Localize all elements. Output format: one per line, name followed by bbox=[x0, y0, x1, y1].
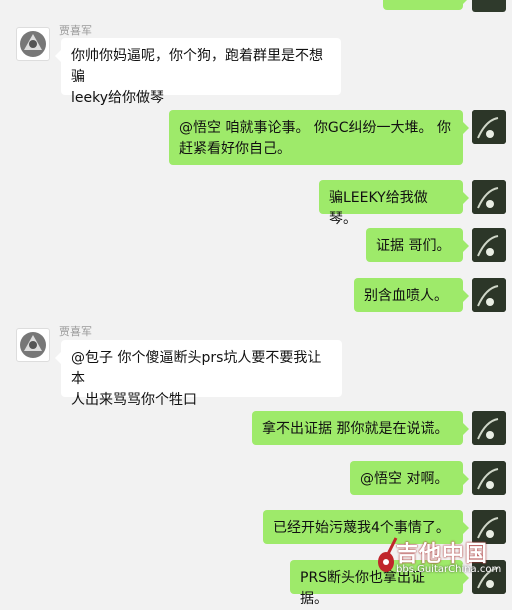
message-text: @包子 你个傻逼断头prs坑人要不要我让本 人出来骂骂你个牲口 bbox=[71, 350, 322, 408]
sender-name: 贾喜军 bbox=[59, 325, 92, 338]
avatar[interactable] bbox=[472, 180, 506, 214]
avatar[interactable] bbox=[472, 0, 506, 12]
message-bubble[interactable]: 证据 哥们。 bbox=[366, 228, 469, 262]
message-text: 骗LEEKY给我做琴。 bbox=[329, 190, 428, 227]
avatar-photo-icon bbox=[472, 110, 506, 144]
watermark: 吉他中国 bbs.GuitarChina.com bbox=[378, 534, 512, 588]
message-text: 你帅你妈逼呢，你个狗，跑着群里是不想骗 leeky给你做琴 bbox=[71, 48, 323, 106]
avatar-emblem-icon bbox=[20, 332, 46, 358]
avatar[interactable] bbox=[16, 328, 50, 362]
avatar-photo-icon bbox=[472, 461, 506, 495]
avatar-emblem-icon bbox=[20, 31, 46, 57]
message-bubble[interactable]: @悟空 咱就事论事。 你GC纠纷一大堆。 你 赶紧看好你自己。 bbox=[169, 110, 469, 165]
avatar-photo-icon bbox=[472, 278, 506, 312]
chat-message-list[interactable]: 贾喜军 你帅你妈逼呢，你个狗，跑着群里是不想骗 leeky给你做琴 @悟空 咱就… bbox=[0, 0, 512, 607]
avatar[interactable] bbox=[472, 110, 506, 144]
avatar-photo-icon bbox=[472, 228, 506, 262]
avatar[interactable] bbox=[472, 278, 506, 312]
message-bubble-cutoff[interactable] bbox=[383, 0, 469, 10]
avatar-photo-icon bbox=[472, 411, 506, 445]
avatar[interactable] bbox=[472, 461, 506, 495]
avatar[interactable] bbox=[16, 27, 50, 61]
message-text: 拿不出证据 那你就是在说谎。 bbox=[262, 421, 449, 437]
message-text: 证据 哥们。 bbox=[376, 238, 451, 254]
message-text: @悟空 咱就事论事。 你GC纠纷一大堆。 你 赶紧看好你自己。 bbox=[179, 120, 451, 157]
avatar[interactable] bbox=[472, 228, 506, 262]
message-bubble[interactable]: 骗LEEKY给我做琴。 bbox=[319, 180, 469, 227]
watermark-url: bbs.GuitarChina.com bbox=[396, 564, 502, 575]
sender-name: 贾喜军 bbox=[59, 24, 92, 37]
avatar[interactable] bbox=[472, 411, 506, 445]
message-bubble[interactable]: @包子 你个傻逼断头prs坑人要不要我让本 人出来骂骂你个牲口 bbox=[55, 340, 342, 408]
message-bubble[interactable]: 拿不出证据 那你就是在说谎。 bbox=[252, 411, 469, 445]
message-bubble[interactable]: 你帅你妈逼呢，你个狗，跑着群里是不想骗 leeky给你做琴 bbox=[55, 38, 341, 106]
message-bubble[interactable]: @悟空 对啊。 bbox=[350, 461, 469, 495]
avatar-photo-icon bbox=[472, 180, 506, 214]
message-bubble[interactable]: 别含血喷人。 bbox=[354, 278, 469, 312]
message-text: 别含血喷人。 bbox=[364, 288, 448, 304]
message-text: @悟空 对啊。 bbox=[360, 471, 449, 487]
